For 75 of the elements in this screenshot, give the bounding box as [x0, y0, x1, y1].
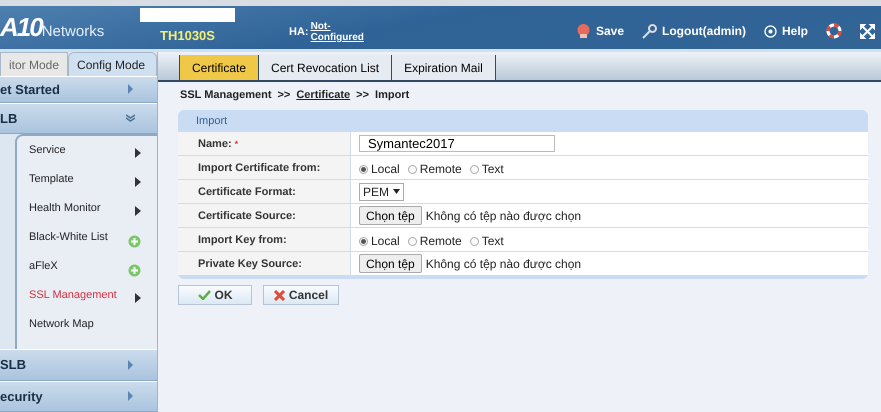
tab[interactable]: Cert Revocation List — [258, 55, 392, 80]
choose-file-button[interactable]: Chọn tệp — [359, 206, 422, 225]
sidebar-section[interactable]: LB — [0, 102, 157, 134]
sidebar-section[interactable]: et Started — [0, 76, 157, 103]
lifebuoy-icon — [826, 23, 842, 39]
radio-button[interactable] — [359, 164, 368, 174]
tab[interactable]: Certificate — [179, 55, 260, 80]
help-icon — [764, 24, 777, 38]
mode-tab[interactable]: Config Mode — [68, 52, 157, 76]
chevron-right-icon — [126, 360, 135, 370]
device-name: TH1030S — [160, 28, 215, 43]
radio-button[interactable] — [359, 236, 368, 246]
breadcrumb-separator: >> — [278, 89, 290, 103]
help-link[interactable]: Help — [764, 24, 808, 38]
radio-option[interactable]: Remote — [408, 231, 462, 248]
radio-button[interactable] — [408, 164, 417, 174]
breadcrumb-link[interactable]: Certificate — [296, 89, 350, 105]
sidebar-item[interactable]: Template — [29, 169, 157, 198]
chevron-right-icon — [126, 84, 135, 94]
radio-option[interactable]: Text — [470, 159, 504, 176]
field-label: Name: * — [178, 132, 351, 155]
fullscreen-icon — [860, 24, 875, 38]
logout-link[interactable]: Logout(admin) — [642, 24, 746, 38]
sidebar-section[interactable]: SLB — [0, 349, 157, 381]
ha-status-link[interactable]: Not-Configured — [310, 21, 361, 43]
sidebar-item[interactable]: SSL Management — [29, 285, 157, 314]
field-label: Certificate Format: — [178, 180, 351, 203]
chevron-right-icon — [126, 391, 135, 402]
format-select[interactable]: PEM — [359, 182, 404, 200]
sidebar-section[interactable]: ecurity — [0, 380, 157, 412]
triangle-right-icon — [135, 293, 141, 304]
sidebar-item[interactable]: Health Monitor — [29, 198, 157, 228]
file-status: Không có tệp nào được chọn — [426, 256, 582, 270]
triangle-right-icon — [135, 148, 141, 158]
radio-button[interactable] — [470, 236, 479, 246]
field-label: Certificate Source: — [178, 204, 351, 227]
save-icon — [576, 24, 591, 38]
plus-icon — [128, 264, 141, 278]
tab[interactable]: Expiration Mail — [391, 55, 496, 80]
radio-option[interactable]: Remote — [408, 159, 462, 176]
ha-label: HA: — [289, 26, 309, 38]
radio-option[interactable]: Text — [470, 231, 504, 248]
breadcrumb-item: SSL Management — [180, 89, 272, 103]
key-icon — [642, 24, 657, 38]
cancel-button[interactable]: Cancel — [263, 285, 339, 305]
panel-title: Import — [196, 114, 228, 126]
dropdown-caret-icon — [393, 189, 400, 194]
required-mark: * — [234, 138, 238, 148]
sidebar-item[interactable]: Network Map — [29, 314, 157, 344]
name-input[interactable]: Symantec2017 — [359, 135, 555, 152]
radio-option[interactable]: Local — [359, 159, 400, 176]
choose-file-button[interactable]: Chọn tệp — [359, 254, 422, 273]
radio-button[interactable] — [470, 164, 479, 174]
sidebar-item[interactable]: aFleX — [29, 256, 157, 286]
close-icon — [274, 290, 285, 300]
sidebar-item[interactable]: Black-White List — [29, 227, 157, 256]
support-link[interactable] — [826, 23, 842, 39]
field-label: Import Certificate from: — [178, 156, 351, 179]
save-link[interactable]: Save — [576, 24, 624, 38]
plus-icon — [128, 235, 141, 248]
breadcrumb-separator: >> — [356, 89, 370, 103]
radio-option[interactable]: Local — [359, 231, 400, 248]
check-icon — [198, 290, 210, 300]
triangle-right-icon — [135, 206, 141, 216]
triangle-right-icon — [135, 177, 141, 188]
file-status: Không có tệp nào được chọn — [426, 208, 582, 222]
breadcrumb-item: Import — [375, 89, 410, 103]
chevron-down-icon — [126, 113, 135, 124]
field-label: Import Key from: — [178, 228, 351, 251]
radio-button[interactable] — [408, 236, 417, 246]
mode-tab[interactable]: itor Mode — [0, 52, 68, 76]
sidebar-item[interactable]: Service — [29, 140, 157, 170]
ok-button[interactable]: OK — [178, 285, 252, 305]
field-label: Private Key Source: — [178, 252, 351, 275]
fullscreen-link[interactable] — [860, 24, 875, 38]
